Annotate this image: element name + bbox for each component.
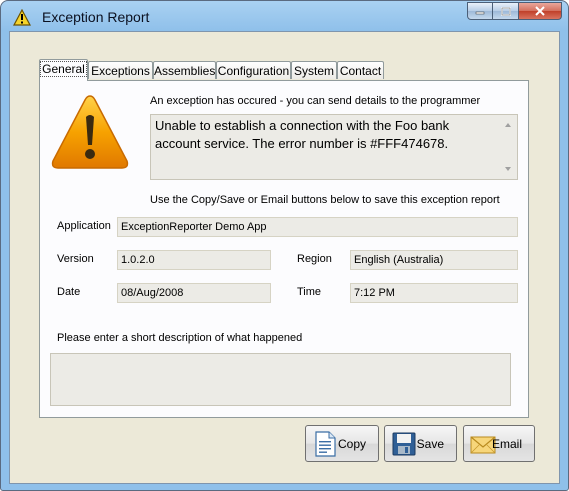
- copy-button-label: Copy: [337, 437, 366, 451]
- tab-strip: General Exceptions Assemblies Configurat…: [0, 0, 569, 81]
- floppy-disk-icon: [392, 432, 416, 456]
- exception-message-box[interactable]: Unable to establish a connection with th…: [150, 114, 518, 180]
- time-label: Time: [297, 286, 322, 298]
- email-button[interactable]: Email: [463, 425, 535, 462]
- scroll-down-icon[interactable]: [505, 167, 511, 171]
- date-field[interactable]: 08/Aug/2008: [117, 283, 271, 303]
- region-label: Region: [297, 253, 332, 265]
- version-label: Version: [57, 253, 94, 265]
- date-label: Date: [57, 286, 81, 298]
- description-prompt: Please enter a short description of what…: [57, 332, 303, 344]
- version-field[interactable]: 1.0.2.0: [117, 250, 271, 270]
- time-field[interactable]: 7:12 PM: [350, 283, 518, 303]
- document-icon: [315, 431, 336, 457]
- copy-button[interactable]: Copy: [305, 425, 379, 462]
- instructions-text: Use the Copy/Save or Email buttons below…: [150, 194, 500, 206]
- exception-message: Unable to establish a connection with th…: [155, 118, 450, 151]
- general-tab-panel: An exception has occured - you can send …: [39, 80, 529, 418]
- email-button-label: Email: [491, 437, 522, 451]
- message-scrollbar[interactable]: [500, 115, 517, 179]
- application-field[interactable]: ExceptionReporter Demo App: [117, 217, 518, 237]
- application-label: Application: [57, 220, 111, 232]
- tab-contact[interactable]: Contact: [337, 61, 384, 79]
- tab-assemblies[interactable]: Assemblies: [153, 61, 216, 79]
- tab-exceptions[interactable]: Exceptions: [88, 61, 153, 79]
- description-textarea[interactable]: [50, 353, 511, 406]
- large-warning-icon: [51, 95, 129, 169]
- save-button-label: Save: [416, 437, 444, 451]
- tab-general[interactable]: General: [39, 59, 88, 81]
- scroll-up-icon[interactable]: [505, 123, 511, 127]
- tab-configuration[interactable]: Configuration: [216, 61, 291, 79]
- save-button[interactable]: Save: [384, 425, 457, 462]
- tab-system[interactable]: System: [291, 61, 337, 79]
- tab-general-label: General: [40, 61, 87, 77]
- intro-text: An exception has occured - you can send …: [150, 95, 481, 107]
- region-field[interactable]: English (Australia): [350, 250, 518, 270]
